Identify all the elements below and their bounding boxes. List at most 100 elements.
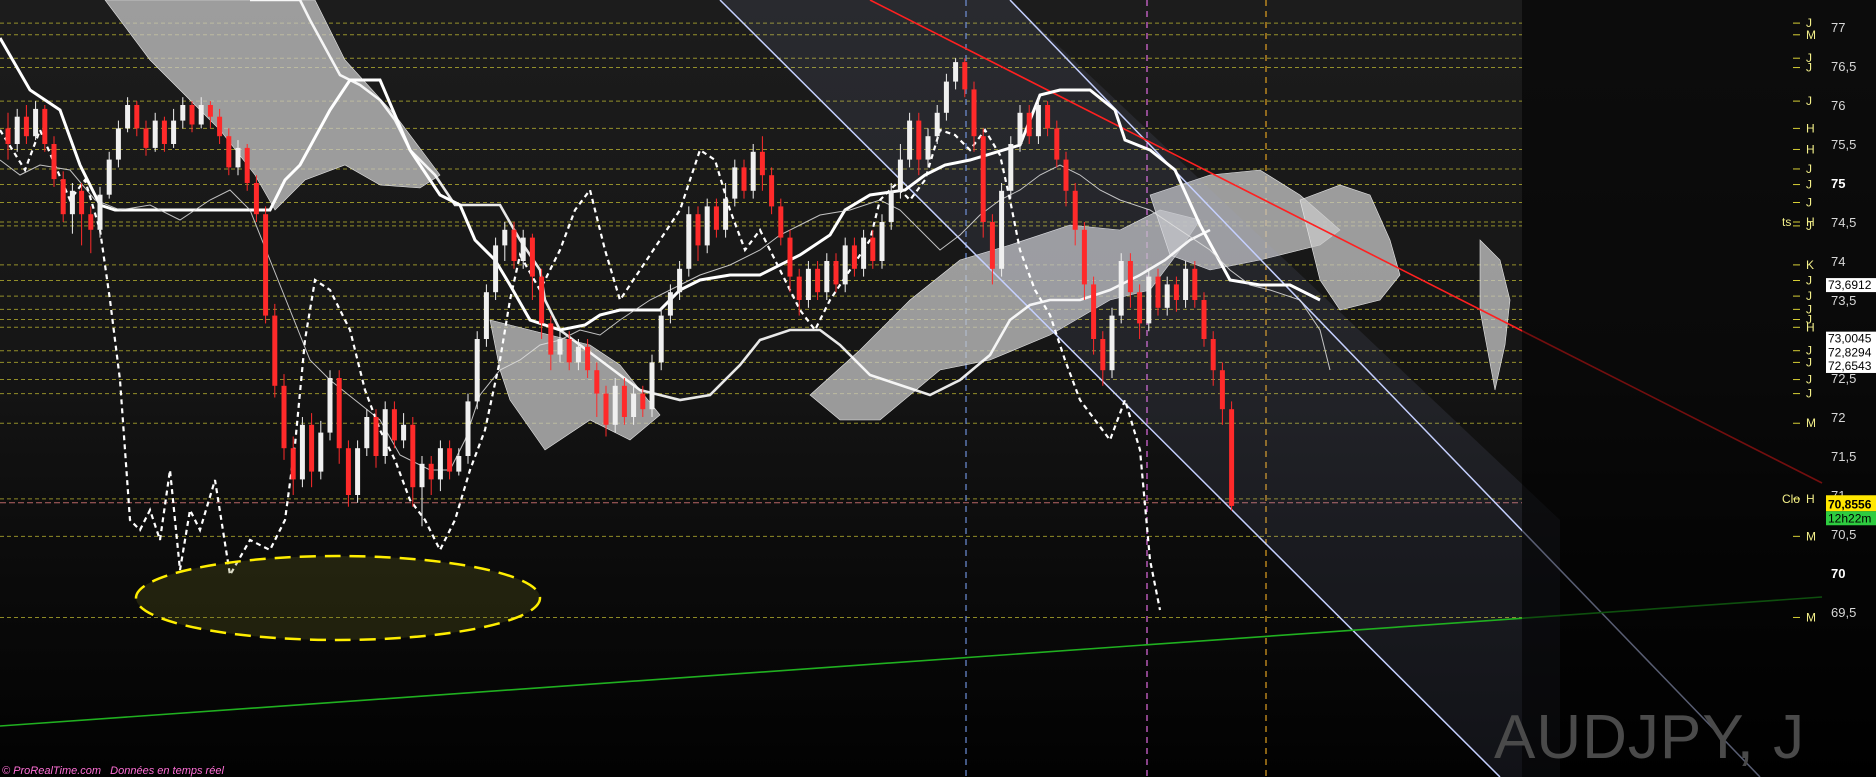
candle-body[interactable] (649, 362, 655, 410)
candle-body[interactable] (69, 190, 75, 215)
candle-body[interactable] (373, 417, 379, 456)
candle-body[interactable] (14, 116, 20, 144)
candle-body[interactable] (989, 222, 995, 269)
candle-body[interactable] (750, 151, 756, 191)
candle-body[interactable] (309, 424, 315, 472)
candle-body[interactable] (1183, 268, 1189, 300)
candle-body[interactable] (382, 409, 388, 456)
candle-body[interactable] (299, 424, 305, 480)
candle-body[interactable] (925, 136, 931, 160)
candle-body[interactable] (198, 105, 204, 125)
candle-body[interactable] (741, 167, 747, 191)
candle-body[interactable] (769, 175, 775, 207)
candle-body[interactable] (134, 105, 140, 129)
candle-body[interactable] (364, 417, 370, 449)
candle-body[interactable] (971, 89, 977, 137)
candle-body[interactable] (483, 292, 489, 339)
candle-body[interactable] (520, 237, 526, 261)
candle-body[interactable] (244, 147, 250, 183)
candle-body[interactable] (539, 276, 545, 324)
candle-body[interactable] (474, 339, 480, 402)
candle-body[interactable] (1229, 409, 1235, 506)
candle-body[interactable] (1173, 284, 1179, 300)
candle-body[interactable] (713, 206, 719, 230)
candle-body[interactable] (695, 214, 701, 246)
candle-body[interactable] (585, 346, 591, 371)
candle-body[interactable] (640, 393, 646, 410)
candle-body[interactable] (253, 183, 259, 215)
candle-body[interactable] (290, 448, 296, 480)
candle-body[interactable] (1127, 261, 1133, 293)
candle-body[interactable] (787, 237, 793, 277)
candle-body[interactable] (1045, 105, 1051, 129)
candle-body[interactable] (60, 179, 66, 215)
candle-body[interactable] (1081, 229, 1087, 285)
candle-body[interactable] (447, 448, 453, 472)
candle-body[interactable] (345, 448, 351, 495)
candle-body[interactable] (125, 105, 131, 129)
candle-body[interactable] (281, 385, 287, 449)
candle-body[interactable] (456, 456, 462, 472)
candle-body[interactable] (907, 120, 913, 160)
candle-body[interactable] (1054, 128, 1060, 160)
candle-body[interactable] (566, 339, 572, 363)
candle-body[interactable] (355, 448, 361, 495)
candle-body[interactable] (594, 370, 600, 394)
price-chart[interactable]: 7776,57675,57574,57473,57372,57271,57170… (0, 0, 1876, 777)
candle-body[interactable] (833, 261, 839, 285)
candle-body[interactable] (861, 237, 867, 269)
candle-body[interactable] (1109, 315, 1115, 371)
candle-body[interactable] (1201, 300, 1207, 339)
candle-body[interactable] (272, 315, 278, 386)
candle-body[interactable] (1219, 370, 1225, 410)
candle-body[interactable] (428, 463, 434, 480)
candle-body[interactable] (143, 128, 149, 148)
candle-body[interactable] (1192, 268, 1198, 300)
candle-body[interactable] (1035, 105, 1041, 137)
candle-body[interactable] (851, 245, 857, 269)
candle-body[interactable] (1164, 284, 1170, 308)
candle-body[interactable] (723, 198, 729, 230)
candle-body[interactable] (612, 385, 618, 425)
candle-body[interactable] (870, 237, 876, 261)
candle-body[interactable] (658, 315, 664, 363)
candle-body[interactable] (391, 409, 397, 441)
candle-body[interactable] (732, 167, 738, 199)
candle-body[interactable] (759, 151, 765, 176)
candle-body[interactable] (115, 128, 121, 160)
candle-body[interactable] (1026, 112, 1032, 137)
candle-body[interactable] (217, 116, 223, 137)
candle-body[interactable] (548, 323, 554, 355)
candle-body[interactable] (1008, 144, 1014, 191)
candle-body[interactable] (5, 128, 11, 144)
candle-body[interactable] (97, 194, 103, 230)
candle-body[interactable] (1146, 276, 1152, 324)
candle-body[interactable] (1063, 159, 1069, 191)
candle-body[interactable] (824, 261, 830, 293)
candle-body[interactable] (419, 463, 425, 488)
candle-body[interactable] (980, 136, 986, 222)
candle-body[interactable] (888, 190, 894, 222)
candle-body[interactable] (226, 136, 232, 168)
candle-body[interactable] (207, 105, 213, 117)
chart-area[interactable]: 7776,57675,57574,57473,57372,57271,57170… (0, 0, 1876, 777)
candle-body[interactable] (1118, 261, 1124, 316)
candle-body[interactable] (336, 378, 342, 449)
candle-body[interactable] (79, 190, 85, 215)
candle-body[interactable] (897, 159, 903, 191)
candle-body[interactable] (916, 120, 922, 160)
candle-body[interactable] (943, 81, 949, 113)
candle-body[interactable] (686, 214, 692, 269)
candle-body[interactable] (1137, 292, 1143, 324)
candle-body[interactable] (1017, 112, 1023, 144)
support-zone[interactable] (134, 554, 542, 642)
candle-body[interactable] (33, 108, 39, 137)
candle-body[interactable] (842, 245, 848, 285)
candle-body[interactable] (171, 120, 177, 144)
candle-body[interactable] (42, 108, 48, 144)
candle-body[interactable] (1091, 284, 1097, 339)
candle-body[interactable] (511, 229, 517, 261)
candle-body[interactable] (667, 292, 673, 316)
candle-body[interactable] (88, 214, 94, 230)
candle-body[interactable] (879, 222, 885, 261)
